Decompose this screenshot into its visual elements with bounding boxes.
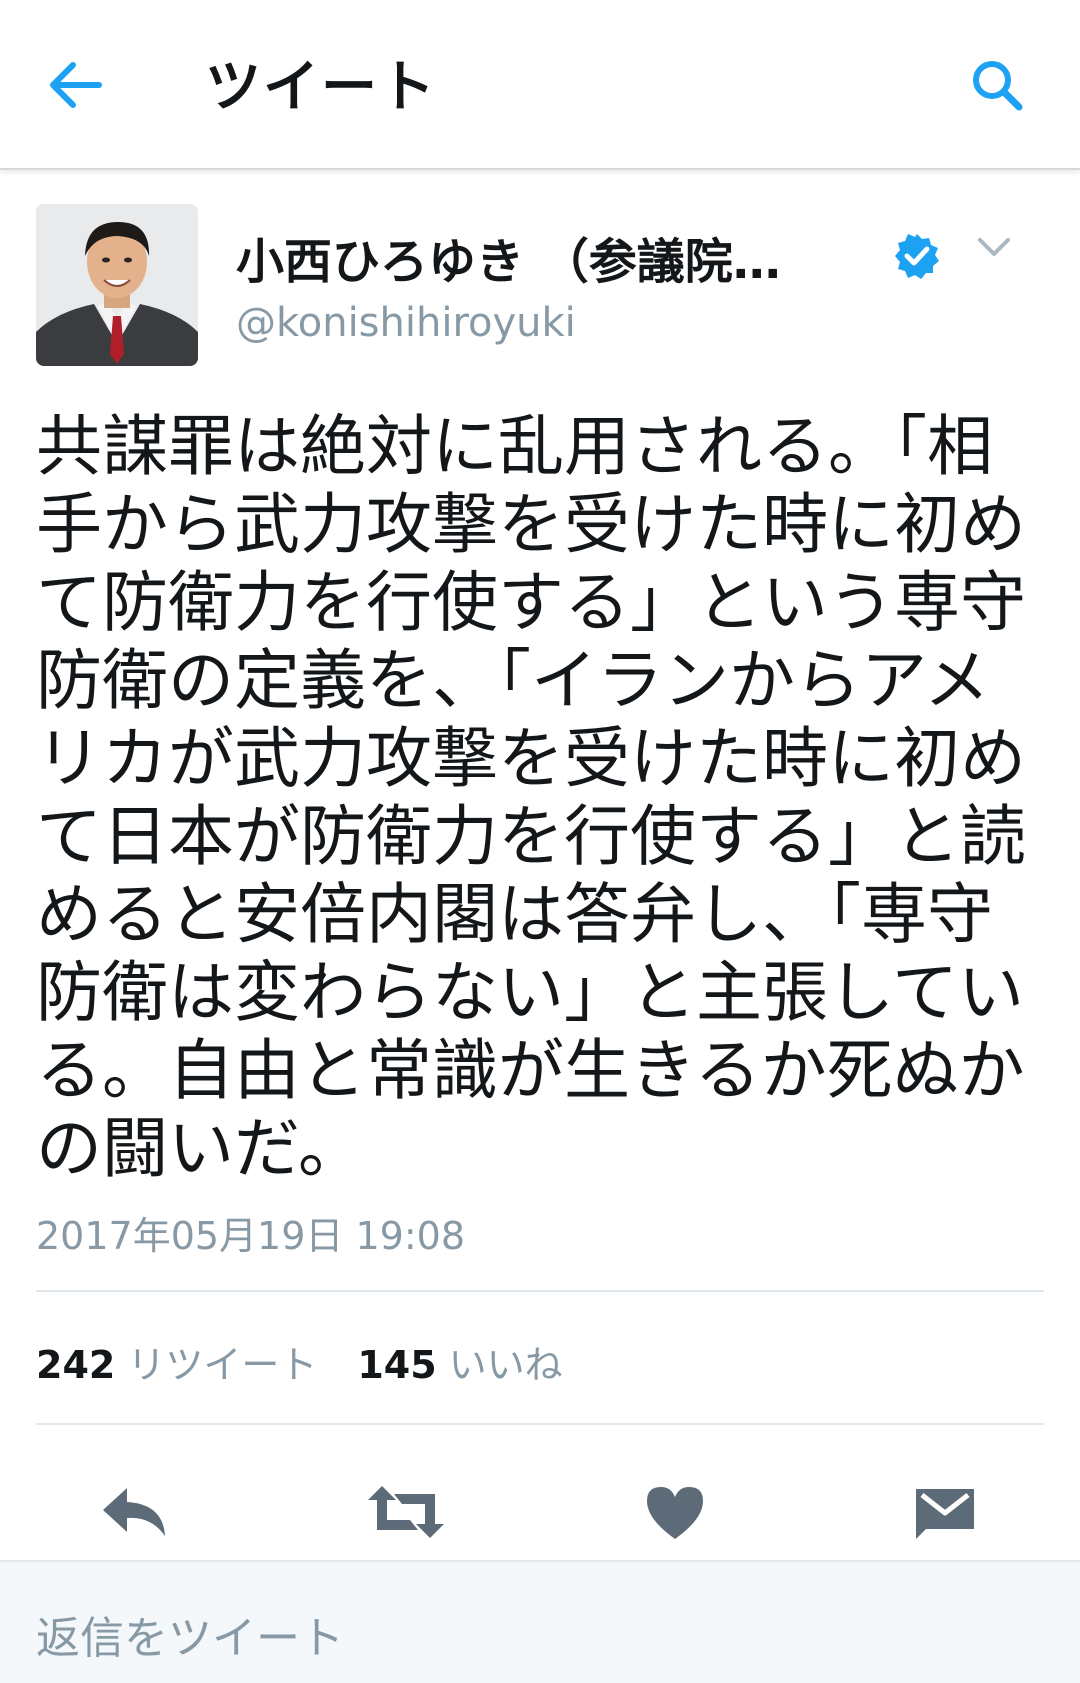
more-options-button[interactable] <box>972 230 1016 266</box>
reply-input[interactable]: 返信をツイート <box>36 1602 344 1666</box>
like-button[interactable] <box>625 1462 725 1562</box>
profile-photo-icon <box>36 204 198 366</box>
envelope-icon <box>916 1489 974 1539</box>
tweet-timestamp: 2017年05月19日 19:08 <box>36 1214 466 1258</box>
action-bar <box>0 1462 1080 1562</box>
page-title: ツイート <box>205 55 437 120</box>
search-button[interactable] <box>964 52 1030 118</box>
retweet-button[interactable] <box>356 1462 456 1562</box>
top-bar: ツイート <box>0 0 1080 170</box>
back-button[interactable] <box>40 50 110 120</box>
display-name[interactable]: 小西ひろゆき （参議院… <box>236 222 781 292</box>
like-label[interactable]: いいね <box>449 1334 563 1389</box>
tweet-text: 共謀罪は絶対に乱用される。「相手から武力攻撃を受けた時に初めて防衛力を行使する」… <box>36 408 1026 1187</box>
arrow-left-icon <box>50 62 102 108</box>
heart-icon <box>647 1487 703 1539</box>
chevron-down-icon <box>978 238 1010 256</box>
verified-badge-icon <box>895 234 939 279</box>
reply-icon <box>103 1488 165 1536</box>
retweet-icon <box>368 1486 444 1538</box>
user-handle[interactable]: @konishihiroyuki <box>236 300 576 346</box>
avatar[interactable] <box>36 204 198 366</box>
search-icon <box>973 61 1023 111</box>
direct-message-button[interactable] <box>895 1462 995 1562</box>
divider <box>36 1423 1044 1425</box>
like-count[interactable]: 145 <box>357 1343 436 1387</box>
tweet-stats: 242 リツイート 145 いいね <box>36 1334 603 1389</box>
reply-box[interactable]: 返信をツイート <box>0 1562 1080 1683</box>
retweet-label[interactable]: リツイート <box>127 1334 317 1389</box>
divider <box>36 1290 1044 1292</box>
retweet-count[interactable]: 242 <box>36 1343 115 1387</box>
reply-button[interactable] <box>85 1462 185 1562</box>
